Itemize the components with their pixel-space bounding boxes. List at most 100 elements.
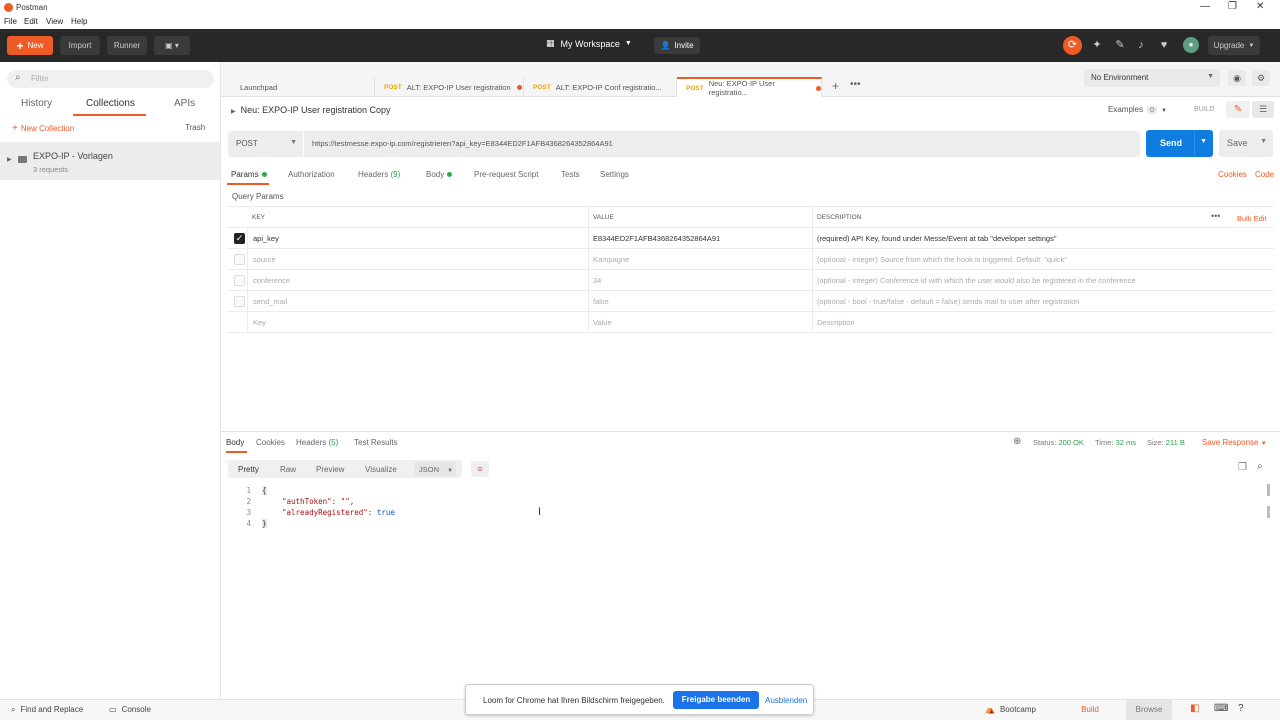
param-key[interactable]: source <box>253 255 276 264</box>
menu-help[interactable]: Help <box>71 17 87 26</box>
param-description[interactable]: (optional - integer) Source from which t… <box>817 255 1067 264</box>
new-window-button[interactable]: ▣ ▾ <box>154 36 190 55</box>
param-checkbox[interactable] <box>234 296 245 307</box>
param-description[interactable]: (optional - integer) Conference id with … <box>817 276 1136 285</box>
param-checkbox[interactable]: ✓ <box>234 233 245 244</box>
tab-headers[interactable]: Headers (9) <box>358 170 400 179</box>
tab-apis[interactable]: APIs <box>174 98 195 109</box>
trash-button[interactable]: Trash <box>185 123 205 132</box>
view-pretty[interactable]: Pretty <box>238 465 259 474</box>
view-preview[interactable]: Preview <box>316 465 344 474</box>
scrollbar[interactable] <box>1267 484 1271 534</box>
param-value[interactable]: E8344ED2F1AFB4368264352864A91 <box>593 234 720 243</box>
bell-icon[interactable]: ♪ <box>1134 38 1148 52</box>
invite-button[interactable]: 👤 Invite <box>654 37 700 54</box>
chevron-down-icon[interactable]: ▼ <box>1200 138 1207 145</box>
tab-prerequest-script[interactable]: Pre-request Script <box>474 170 538 179</box>
import-button[interactable]: Import <box>60 36 100 55</box>
menu-file[interactable]: File <box>4 17 17 26</box>
new-key-input[interactable]: Key <box>253 318 266 327</box>
satellite-icon[interactable]: ✦ <box>1090 38 1104 52</box>
code-link[interactable]: Code <box>1255 170 1274 179</box>
tab-params[interactable]: Params <box>231 170 267 179</box>
help-icon[interactable]: ? <box>1238 703 1244 714</box>
caret-right-icon[interactable]: ▶ <box>7 156 12 163</box>
workspace-selector[interactable]: ▦ My Workspace ▼ <box>546 38 632 49</box>
tab-tests[interactable]: Tests <box>561 170 580 179</box>
eye-icon[interactable]: ◉ <box>1228 70 1246 86</box>
close-window-button[interactable]: ✕ <box>1256 1 1264 12</box>
minimize-button[interactable]: — <box>1200 1 1210 12</box>
more-options-icon[interactable]: ••• <box>1211 211 1220 221</box>
param-value[interactable]: false <box>593 297 609 306</box>
new-value-input[interactable]: Value <box>593 318 612 327</box>
hide-notification-link[interactable]: Ausblenden <box>765 696 807 705</box>
tab-request-alt-conf[interactable]: POST ALT: EXPO-IP Conf registratio... <box>524 77 677 97</box>
scroll-thumb[interactable] <box>1267 506 1270 518</box>
chevron-down-icon[interactable]: ▼ <box>1260 138 1267 145</box>
tab-request-alt-user[interactable]: POST ALT: EXPO-IP User registration <box>375 77 524 97</box>
request-name[interactable]: ▶ Neu: EXPO-IP User registration Copy <box>231 105 391 115</box>
format-select[interactable]: JSON ▼ <box>414 462 456 476</box>
param-description[interactable]: (optional - bool - true/false - default … <box>817 297 1079 306</box>
scroll-thumb[interactable] <box>1267 484 1270 496</box>
tab-settings[interactable]: Settings <box>600 170 629 179</box>
add-tab-button[interactable]: + <box>832 79 839 93</box>
collection-item[interactable]: ▶ EXPO-IP - Vorlagen 3 requests <box>0 142 220 180</box>
keyboard-icon[interactable]: ⌨ <box>1214 703 1228 714</box>
save-button[interactable]: Save ▼ <box>1219 130 1273 157</box>
view-visualize[interactable]: Visualize <box>365 465 397 474</box>
copy-icon[interactable]: ❐ <box>1238 462 1247 473</box>
avatar[interactable]: ● <box>1183 37 1199 53</box>
wrap-lines-icon[interactable]: ≡ <box>471 461 489 477</box>
param-description[interactable]: (required) API Key, found under Messe/Ev… <box>817 234 1057 243</box>
browse-mode-button[interactable]: Browse <box>1126 700 1172 720</box>
method-select[interactable]: POST ▼ <box>228 131 303 157</box>
maximize-button[interactable]: ❐ <box>1228 1 1237 12</box>
tab-authorization[interactable]: Authorization <box>288 170 335 179</box>
environment-select[interactable]: No Environment ▼ <box>1084 69 1220 87</box>
upgrade-button[interactable]: Upgrade ▼ <box>1208 36 1260 55</box>
url-input[interactable]: https://testmesse.expo-ip.com/registrier… <box>304 131 1140 157</box>
examples-dropdown[interactable]: Examples 0 ▼ <box>1108 105 1167 114</box>
heart-icon[interactable]: ♥ <box>1157 38 1171 52</box>
tab-collections[interactable]: Collections <box>86 98 135 109</box>
cookies-link[interactable]: Cookies <box>1218 170 1247 179</box>
layout-icon[interactable]: ◧ <box>1190 703 1199 714</box>
sync-icon[interactable]: ⟳ <box>1063 36 1082 55</box>
new-description-input[interactable]: Description <box>817 318 855 327</box>
param-value[interactable]: Kampagne <box>593 255 629 264</box>
gear-icon[interactable]: ⚙ <box>1252 70 1270 86</box>
filter-input[interactable]: ⌕ Filter <box>7 70 214 88</box>
search-icon[interactable]: ⌕ <box>1257 461 1263 472</box>
response-tab-headers[interactable]: Headers (5) <box>296 438 338 447</box>
new-button[interactable]: + New <box>7 36 53 55</box>
response-tab-body[interactable]: Body <box>226 438 244 447</box>
tab-request-neu-user[interactable]: POST Neu: EXPO-IP User registratio... <box>677 77 822 97</box>
param-key[interactable]: api_key <box>253 234 279 243</box>
response-tab-cookies[interactable]: Cookies <box>256 438 285 447</box>
response-tab-test-results[interactable]: Test Results <box>354 438 398 447</box>
tab-launchpad[interactable]: Launchpad <box>227 77 375 97</box>
param-checkbox[interactable] <box>234 254 245 265</box>
tab-body[interactable]: Body <box>426 170 453 179</box>
globe-icon[interactable]: ⊕ <box>1013 436 1021 447</box>
param-key[interactable]: send_mail <box>253 297 287 306</box>
find-replace-button[interactable]: ⌕ Find and Replace <box>11 705 83 715</box>
new-collection-button[interactable]: + New Collection <box>12 123 74 134</box>
send-button[interactable]: Send ▼ <box>1146 130 1213 157</box>
pencil-icon[interactable]: ✎ <box>1226 101 1250 118</box>
bootcamp-button[interactable]: ⛺ Bootcamp <box>985 705 1036 714</box>
param-key[interactable]: conference <box>253 276 290 285</box>
more-tabs-icon[interactable]: ••• <box>850 79 861 90</box>
stop-sharing-button[interactable]: Freigabe beenden <box>673 691 759 709</box>
param-checkbox[interactable] <box>234 275 245 286</box>
response-divider[interactable] <box>221 431 1280 432</box>
tab-history[interactable]: History <box>21 98 52 109</box>
menu-view[interactable]: View <box>46 17 63 26</box>
menu-edit[interactable]: Edit <box>24 17 38 26</box>
build-mode-button[interactable]: Build <box>1054 700 1126 720</box>
wrench-icon[interactable]: ✎ <box>1113 38 1127 52</box>
param-value[interactable]: 34 <box>593 276 601 285</box>
bulk-edit-link[interactable]: Bulk Edit <box>1237 214 1267 223</box>
